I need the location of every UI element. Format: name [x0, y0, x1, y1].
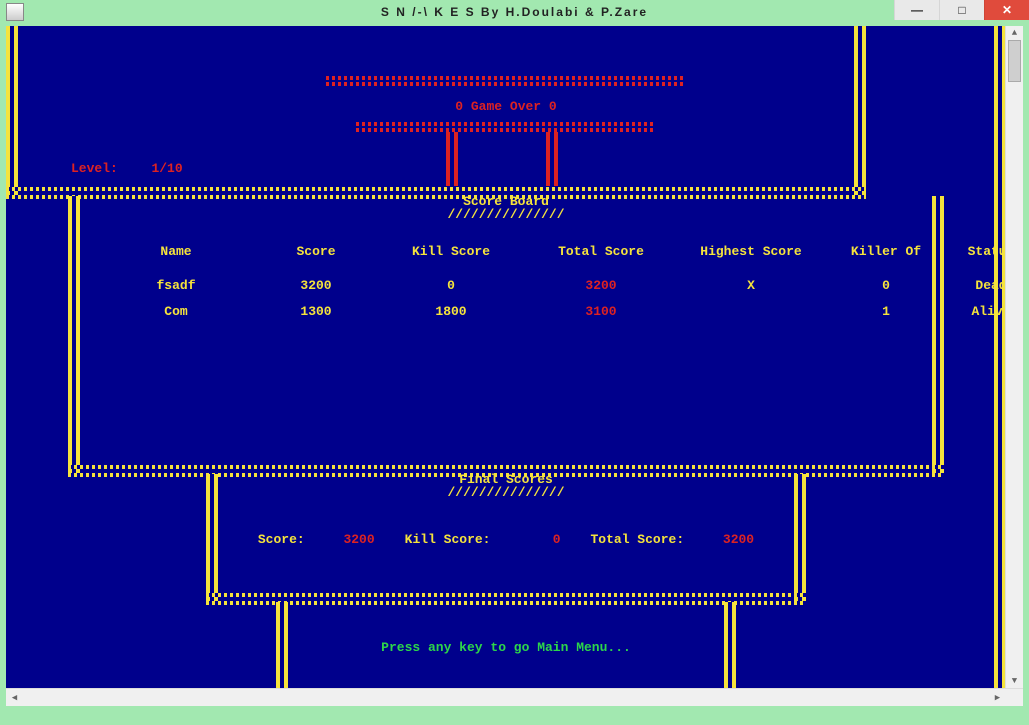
- scroll-right-icon[interactable]: ▶: [989, 689, 1006, 706]
- final-score-value: 3200: [315, 532, 375, 547]
- window-titlebar: S N /-\ K E S By H.Doulabi & P.Zare — □ …: [0, 0, 1029, 24]
- minimize-button[interactable]: —: [894, 0, 939, 20]
- col-highest: Highest Score: [676, 244, 826, 259]
- window-title: S N /-\ K E S By H.Doulabi & P.Zare: [0, 5, 1029, 19]
- cell-highest: X: [676, 278, 826, 293]
- cell-status: Alive: [946, 304, 1006, 319]
- banner-pillar: [446, 132, 458, 186]
- scoreboard-underline: ///////////////: [6, 207, 1006, 222]
- scoreboard-row-1: fsadf 3200 0 3200 X 0 Dead: [96, 278, 916, 293]
- final-kill-value: 0: [501, 532, 561, 547]
- viewport: 0 Game Over 0 Level: 1/10 Score Board //…: [6, 26, 1023, 706]
- col-status: Status: [946, 244, 1006, 259]
- col-killer: Killer Of: [826, 244, 946, 259]
- scoreboard-header: Name Score Kill Score Total Score Highes…: [96, 244, 916, 259]
- close-button[interactable]: ✕: [984, 0, 1029, 20]
- scorebox-pillar: [68, 196, 80, 474]
- banner-top-bar: [326, 76, 686, 86]
- continue-prompt: Press any key to go Main Menu...: [6, 640, 1006, 655]
- cell-status: Dead: [946, 278, 1006, 293]
- game-canvas[interactable]: 0 Game Over 0 Level: 1/10 Score Board //…: [6, 26, 1006, 689]
- banner-bottom-bar: [356, 122, 656, 132]
- cell-killer: 0: [826, 278, 946, 293]
- cell-kill: 1800: [376, 304, 526, 319]
- vertical-scrollbar[interactable]: ▲ ▼: [1005, 26, 1023, 688]
- final-total-label: Total Score:: [591, 532, 685, 547]
- final-total-value: 3200: [694, 532, 754, 547]
- cell-score: 3200: [256, 278, 376, 293]
- col-score: Score: [256, 244, 376, 259]
- scorebox-pillar: [932, 196, 944, 474]
- final-score-label: Score:: [258, 532, 305, 547]
- level-indicator: Level: 1/10: [71, 161, 183, 176]
- scrollbar-thumb[interactable]: [1008, 40, 1021, 82]
- cell-name: fsadf: [96, 278, 256, 293]
- cell-kill: 0: [376, 278, 526, 293]
- horizontal-scrollbar[interactable]: ◀ ▶: [6, 688, 1023, 706]
- col-kill: Kill Score: [376, 244, 526, 259]
- finalbox-bottom-bar: [206, 590, 806, 608]
- scroll-left-icon[interactable]: ◀: [6, 689, 23, 706]
- window-buttons: — □ ✕: [894, 0, 1029, 20]
- window-system-icon: [6, 3, 24, 21]
- final-scores-row: Score: 3200 Kill Score: 0 Total Score: 3…: [216, 532, 796, 547]
- cell-total: 3100: [526, 304, 676, 319]
- banner-pillar: [546, 132, 558, 186]
- cell-killer: 1: [826, 304, 946, 319]
- col-name: Name: [96, 244, 256, 259]
- col-total: Total Score: [526, 244, 676, 259]
- cell-score: 1300: [256, 304, 376, 319]
- final-kill-label: Kill Score:: [405, 532, 491, 547]
- final-underline: ///////////////: [6, 485, 1006, 500]
- level-value: 1/10: [151, 161, 182, 176]
- maximize-button[interactable]: □: [939, 0, 984, 20]
- scrollbar-corner: [1006, 689, 1023, 706]
- game-over-text: 0 Game Over 0: [6, 99, 1006, 114]
- scroll-down-icon[interactable]: ▼: [1006, 674, 1023, 688]
- scoreboard-row-2: Com 1300 1800 3100 1 Alive: [96, 304, 916, 319]
- cell-highest: [676, 304, 826, 319]
- scroll-up-icon[interactable]: ▲: [1006, 26, 1023, 40]
- level-label: Level:: [71, 161, 118, 176]
- cell-total: 3200: [526, 278, 676, 293]
- cell-name: Com: [96, 304, 256, 319]
